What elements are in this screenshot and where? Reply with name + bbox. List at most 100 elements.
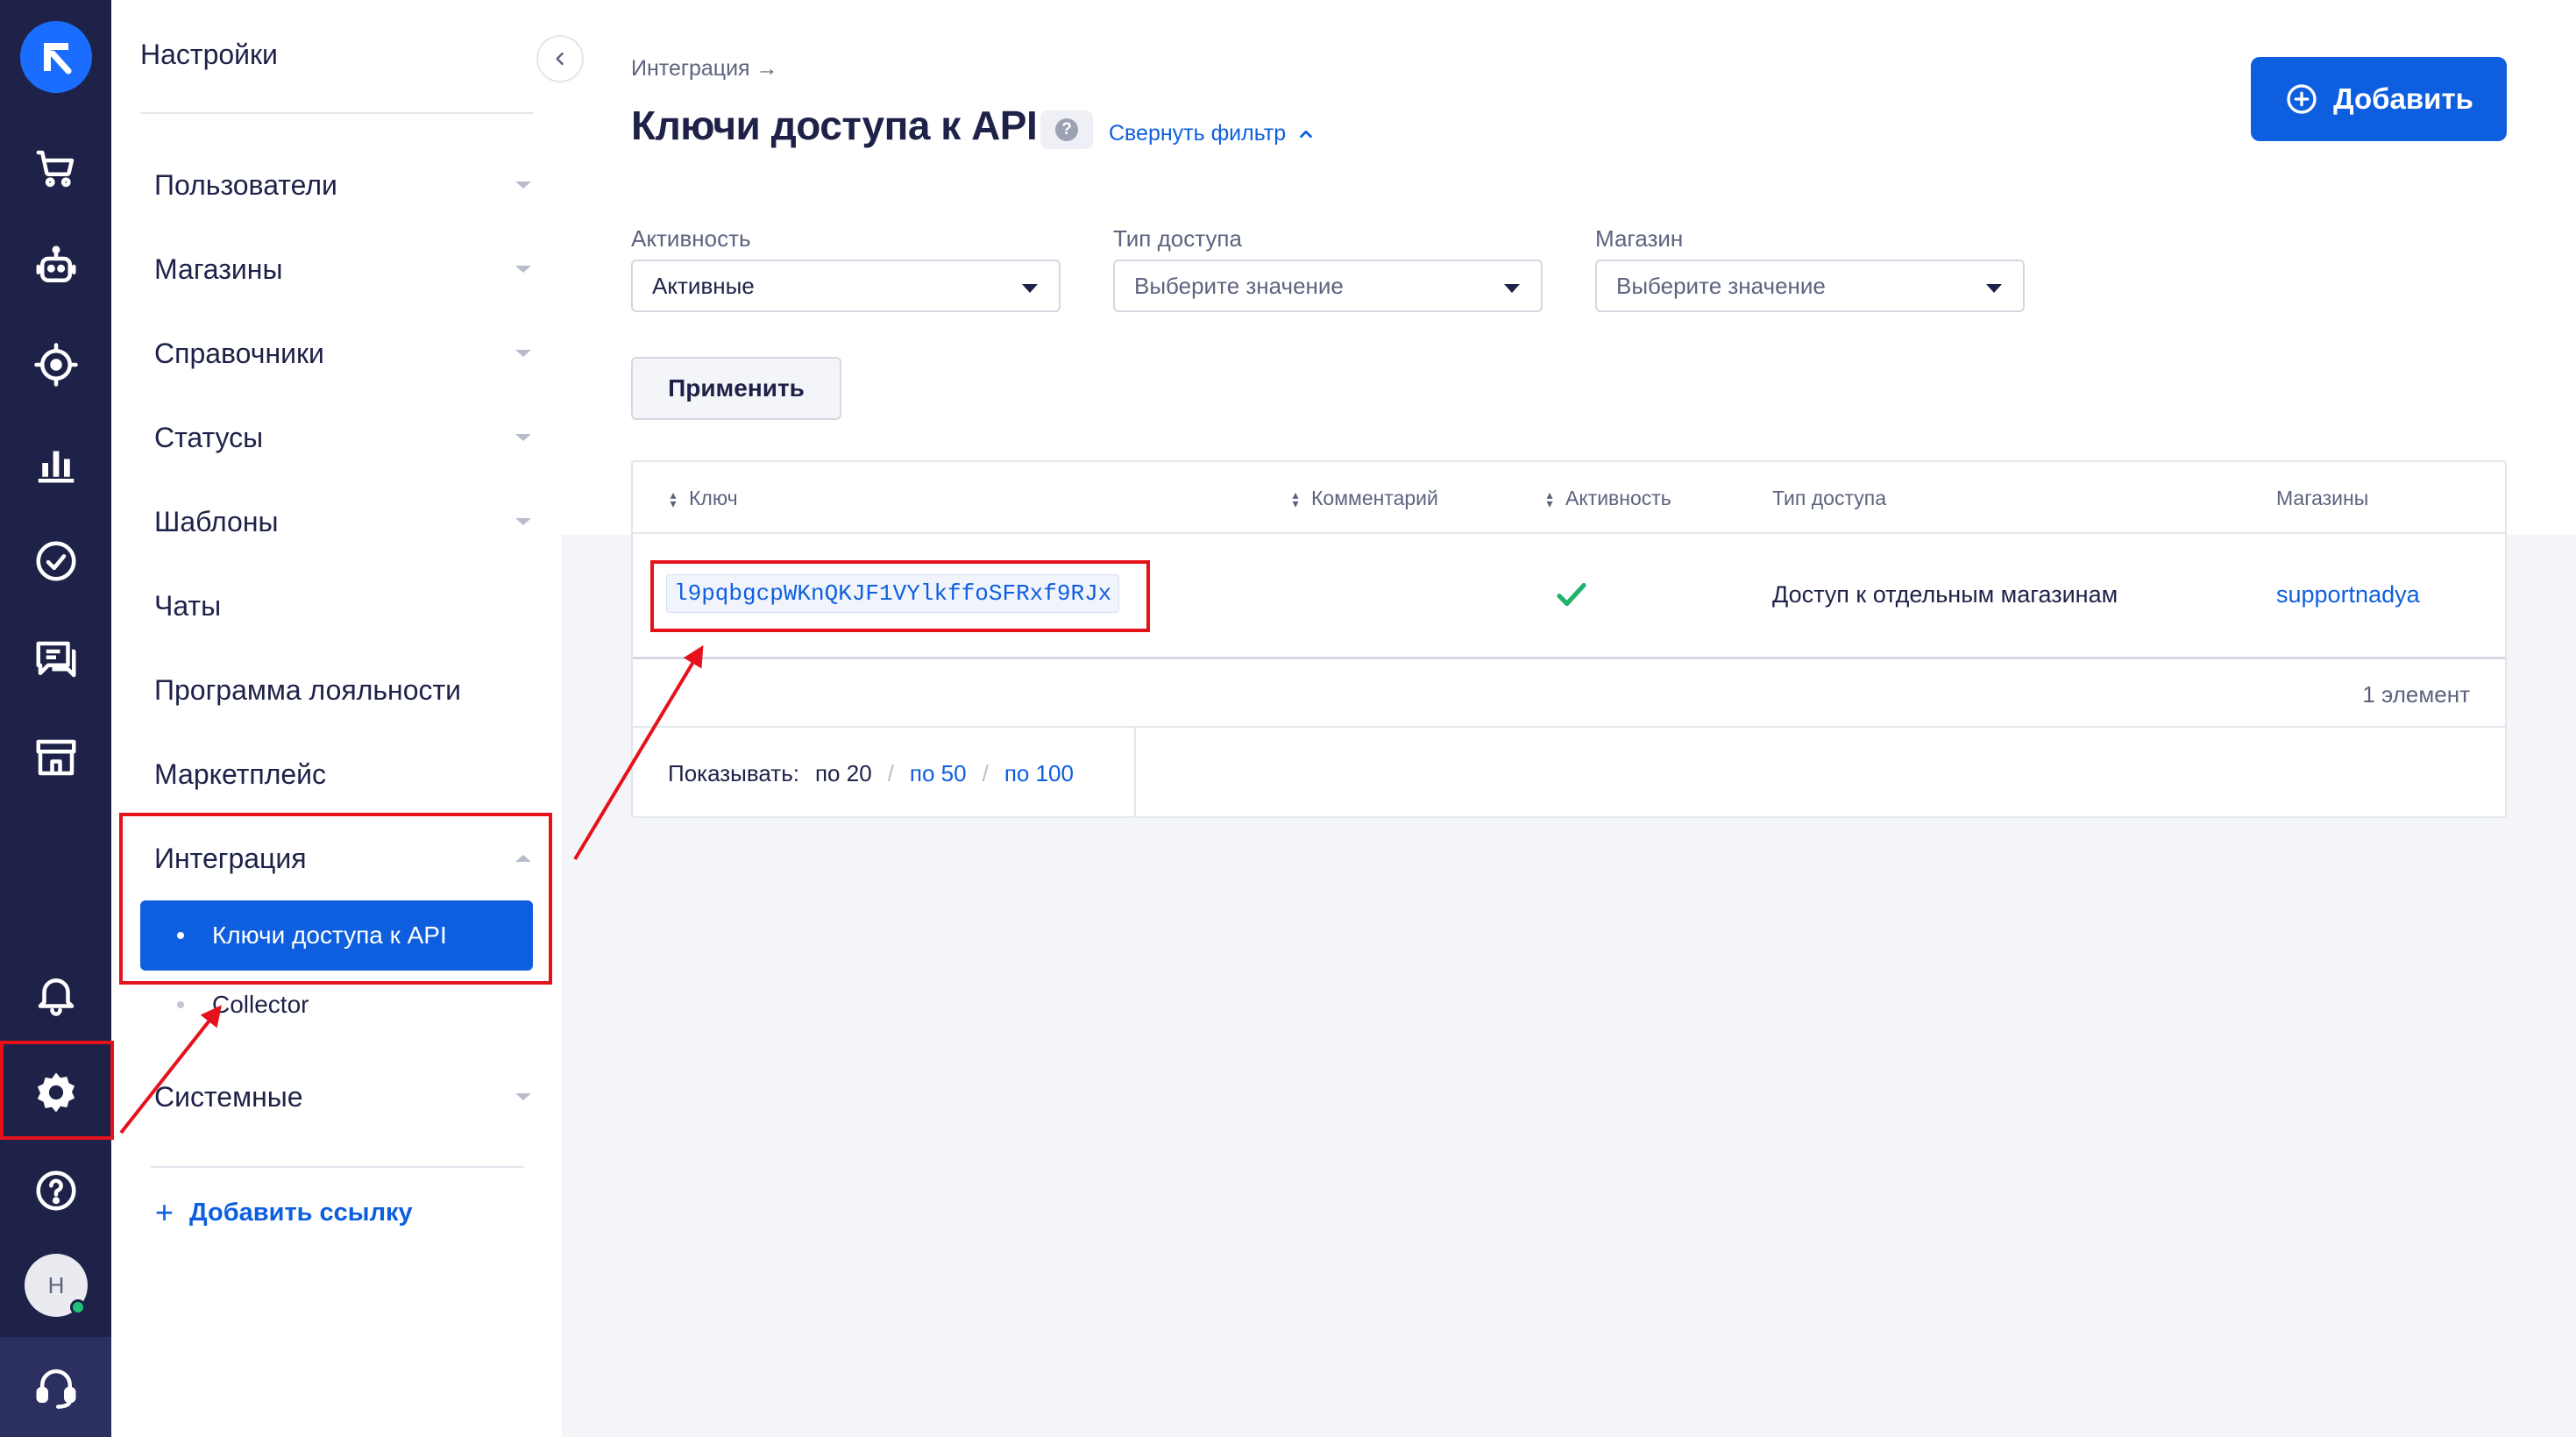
table-header-divider: [633, 532, 2505, 534]
bell-icon[interactable]: [17, 955, 96, 1034]
sidebar-item-templates[interactable]: Шаблоны: [154, 495, 531, 548]
column-header-comment[interactable]: ▴ ▾ Комментарий: [1290, 487, 1438, 510]
question-icon: ?: [1055, 118, 1078, 141]
help-badge[interactable]: ?: [1040, 110, 1093, 149]
column-header-key[interactable]: ▴ ▾ Ключ: [668, 487, 738, 510]
pager-divider: [1134, 728, 1136, 818]
chevron-down-icon: [515, 434, 531, 441]
table-footer-divider: [633, 726, 2505, 728]
dropdown-arrow-icon: [1504, 284, 1520, 293]
sidebar-item-stores[interactable]: Магазины: [154, 243, 531, 295]
page-size-100[interactable]: по 100: [1004, 760, 1074, 787]
chevron-down-icon: [515, 266, 531, 273]
column-header-label: Активность: [1565, 487, 1671, 509]
chevron-up-icon: [1300, 130, 1313, 138]
collapse-sidebar-button[interactable]: [536, 35, 584, 82]
help-icon[interactable]: [17, 1151, 96, 1230]
column-header-activity[interactable]: ▴ ▾ Активность: [1544, 487, 1671, 510]
chevron-down-icon: [515, 1093, 531, 1100]
breadcrumb[interactable]: Интеграция →: [631, 56, 778, 82]
sidebar-item-loyalty[interactable]: Программа лояльности: [154, 664, 531, 716]
sidebar-item-label: Пользователи: [154, 168, 337, 201]
page-size-label: Показывать:: [668, 760, 799, 786]
headset-icon: [36, 1369, 75, 1409]
apply-button[interactable]: Применить: [631, 357, 841, 420]
logo-icon[interactable]: [20, 21, 92, 93]
separator: /: [887, 760, 894, 786]
sidebar-item-users[interactable]: Пользователи: [154, 159, 531, 211]
activity-select-value: Активные: [652, 272, 755, 299]
sidebar-divider: [151, 1166, 524, 1168]
sidebar-title: Настройки: [140, 39, 278, 70]
add-button-label: Добавить: [2333, 82, 2473, 115]
activity-select[interactable]: Активные: [631, 260, 1061, 312]
page-size-50[interactable]: по 50: [910, 760, 967, 787]
access-type-select[interactable]: Выберите значение: [1113, 260, 1543, 312]
sidebar-item-label: Шаблоны: [154, 505, 279, 537]
chart-icon[interactable]: [17, 423, 96, 502]
chevron-left-icon: [556, 52, 564, 66]
gear-highlight-box: [0, 1041, 114, 1140]
chevron-down-icon: [515, 518, 531, 525]
dropdown-arrow-icon: [1022, 284, 1038, 293]
page-size-current: по 20: [814, 760, 872, 786]
robot-icon[interactable]: [17, 227, 96, 306]
settings-sidebar: Настройки Пользователи Магазины Справочн…: [111, 0, 562, 1437]
column-header-label: Комментарий: [1311, 487, 1438, 509]
cart-icon[interactable]: [17, 129, 96, 208]
plus-circle-icon: [2287, 84, 2317, 114]
sidebar-item-marketplace[interactable]: Маркетплейс: [154, 748, 531, 800]
filter-label-activity: Активность: [631, 225, 751, 252]
column-header-access-type: Тип доступа: [1772, 487, 1886, 509]
chevron-down-icon: [515, 181, 531, 189]
chat-icon[interactable]: [17, 620, 96, 699]
active-check-icon: [1553, 576, 1590, 617]
sidebar-item-label: Магазины: [154, 253, 283, 285]
online-status-dot: [70, 1299, 86, 1315]
filter-label-store: Магазин: [1595, 225, 1684, 252]
bullet-icon: [177, 1001, 184, 1008]
sidebar-item-label: Системные: [154, 1080, 303, 1113]
add-button[interactable]: Добавить: [2251, 57, 2507, 141]
sidebar-item-statuses[interactable]: Статусы: [154, 411, 531, 464]
add-link-label: Добавить ссылку: [189, 1198, 413, 1227]
dropdown-arrow-icon: [1986, 284, 2002, 293]
sort-icon: ▴ ▾: [1546, 487, 1553, 510]
sidebar-item-label: Справочники: [154, 337, 324, 369]
sidebar-item-chats[interactable]: Чаты: [154, 580, 531, 632]
icon-rail: Н: [0, 0, 111, 1437]
submenu-item-collector[interactable]: Collector: [140, 978, 533, 1031]
store-icon[interactable]: [17, 718, 96, 797]
sidebar-item-label: Программа лояльности: [154, 673, 462, 706]
sidebar-divider: [140, 112, 533, 114]
collapse-filter-label: Свернуть фильтр: [1109, 121, 1287, 146]
plus-icon: +: [155, 1194, 174, 1230]
element-count: 1 элемент: [2362, 681, 2470, 708]
sidebar-item-system[interactable]: Системные: [154, 1071, 531, 1123]
access-type-cell: Доступ к отдельным магазинам: [1772, 581, 2118, 608]
store-select[interactable]: Выберите значение: [1595, 260, 2025, 312]
sidebar-item-references[interactable]: Справочники: [154, 327, 531, 380]
submenu-item-label: Collector: [212, 991, 309, 1018]
store-link[interactable]: supportnadya: [2276, 581, 2420, 608]
add-link-button[interactable]: + Добавить ссылку: [155, 1194, 413, 1231]
support-button[interactable]: [0, 1337, 111, 1437]
integration-highlight-box: [119, 813, 552, 985]
check-circle-icon[interactable]: [17, 522, 96, 601]
column-header-label: Ключ: [689, 487, 738, 509]
page-title: Ключи доступа к API: [631, 103, 1038, 148]
target-icon[interactable]: [17, 325, 96, 404]
sort-icon: ▴ ▾: [670, 487, 677, 510]
api-keys-table: ▴ ▾ Ключ ▴ ▾ Комментарий ▴ ▾ Активность Тип до…: [631, 460, 2507, 818]
avatar-initial: Н: [47, 1271, 65, 1298]
filter-label-access-type: Тип доступа: [1113, 225, 1242, 252]
page-size-selector: Показывать: по 20 / по 50 / по 100: [668, 760, 1074, 787]
key-highlight-box: [650, 560, 1150, 632]
access-type-select-value: Выберите значение: [1134, 272, 1344, 299]
sort-icon: ▴ ▾: [1292, 487, 1299, 510]
sidebar-item-label: Чаты: [154, 589, 222, 622]
sidebar-item-label: Маркетплейс: [154, 758, 327, 790]
chevron-down-icon: [515, 350, 531, 357]
collapse-filter-link[interactable]: Свернуть фильтр: [1109, 121, 1316, 146]
sidebar-item-label: Статусы: [154, 421, 264, 453]
